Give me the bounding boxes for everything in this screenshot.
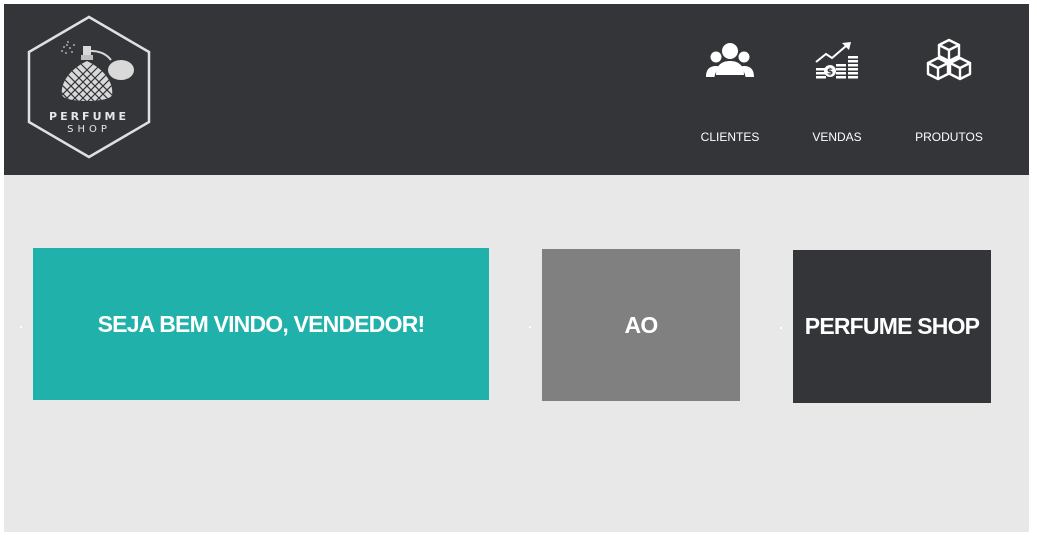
nav-vendas[interactable]: $ VENDAS bbox=[791, 38, 883, 150]
nav-produtos[interactable]: PRODUTOS bbox=[903, 38, 995, 150]
logo-title: PERFUME bbox=[49, 110, 129, 123]
logo-subtitle: SHOP bbox=[67, 124, 111, 135]
welcome-panel-text: SEJA BEM VINDO, VENDEDOR! bbox=[97, 310, 426, 337]
svg-text:$: $ bbox=[827, 68, 833, 78]
nav-vendas-label: VENDAS bbox=[812, 130, 862, 144]
sales-chart-icon: $ bbox=[815, 42, 858, 79]
perfume-shop-panel-text: PERFUME SHOP bbox=[804, 313, 980, 339]
carousel-dot bbox=[20, 326, 22, 328]
nav-clientes[interactable]: CLIENTES bbox=[684, 38, 776, 150]
users-icon bbox=[706, 43, 754, 77]
nav-produtos-label: PRODUTOS bbox=[915, 130, 983, 144]
welcome-panel: SEJA BEM VINDO, VENDEDOR! bbox=[33, 248, 489, 400]
carousel-dot bbox=[529, 326, 531, 328]
ao-panel-text: AO bbox=[624, 311, 659, 338]
perfume-shop-panel: PERFUME SHOP bbox=[793, 250, 991, 403]
boxes-icon bbox=[926, 38, 972, 81]
top-header: PERFUME SHOP CLIENTES $ VENDAS PRODUTOS bbox=[4, 4, 1029, 175]
app-window: PERFUME SHOP CLIENTES $ VENDAS PRODUTOS … bbox=[4, 4, 1029, 532]
ao-panel: AO bbox=[542, 249, 740, 401]
perfume-bottle-hexagon-icon bbox=[27, 15, 151, 159]
nav-clientes-label: CLIENTES bbox=[700, 130, 760, 144]
perfume-shop-logo[interactable]: PERFUME SHOP bbox=[26, 15, 152, 159]
carousel-dot bbox=[780, 327, 782, 329]
